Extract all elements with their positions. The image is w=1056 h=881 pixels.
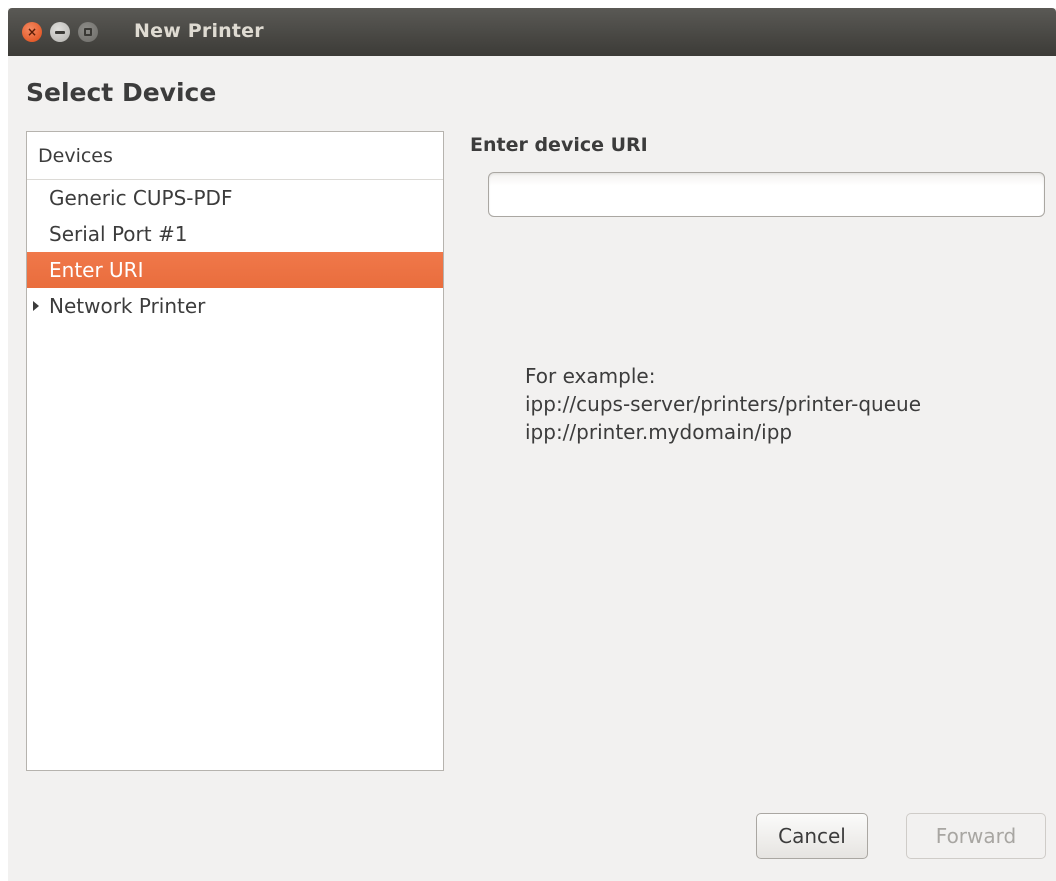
device-item-label: Serial Port #1 (49, 222, 188, 246)
device-list-header[interactable]: Devices (27, 132, 443, 180)
device-uri-label: Enter device URI (470, 134, 648, 156)
minimize-icon (55, 30, 65, 34)
device-uri-input[interactable] (488, 172, 1045, 217)
maximize-window-button[interactable] (78, 22, 98, 42)
device-item-label: Generic CUPS-PDF (49, 186, 233, 210)
device-item-label: Network Printer (49, 294, 206, 318)
device-item-network-printer[interactable]: Network Printer (27, 288, 443, 324)
minimize-window-button[interactable] (50, 22, 70, 42)
device-item-enter-uri[interactable]: Enter URI (27, 252, 443, 288)
new-printer-window: × New Printer Select Device Devices Gene… (8, 8, 1056, 881)
window-title: New Printer (134, 20, 264, 42)
device-item-label: Enter URI (49, 258, 144, 282)
title-bar[interactable]: × New Printer (8, 8, 1056, 56)
close-window-button[interactable]: × (22, 22, 42, 42)
device-item-generic-cups-pdf[interactable]: Generic CUPS-PDF (27, 180, 443, 216)
device-item-serial-port[interactable]: Serial Port #1 (27, 216, 443, 252)
uri-example-text: For example: ipp://cups-server/printers/… (525, 362, 921, 446)
page-title: Select Device (26, 78, 217, 107)
close-icon: × (26, 25, 38, 39)
example-line: ipp://printer.mydomain/ipp (525, 420, 793, 444)
forward-button[interactable]: Forward (906, 813, 1046, 859)
maximize-icon (84, 28, 92, 36)
cancel-button[interactable]: Cancel (756, 813, 868, 859)
example-line: For example: (525, 364, 656, 388)
expander-arrow-icon[interactable] (33, 301, 39, 311)
device-list[interactable]: Devices Generic CUPS-PDF Serial Port #1 … (26, 131, 444, 771)
example-line: ipp://cups-server/printers/printer-queue (525, 392, 922, 416)
